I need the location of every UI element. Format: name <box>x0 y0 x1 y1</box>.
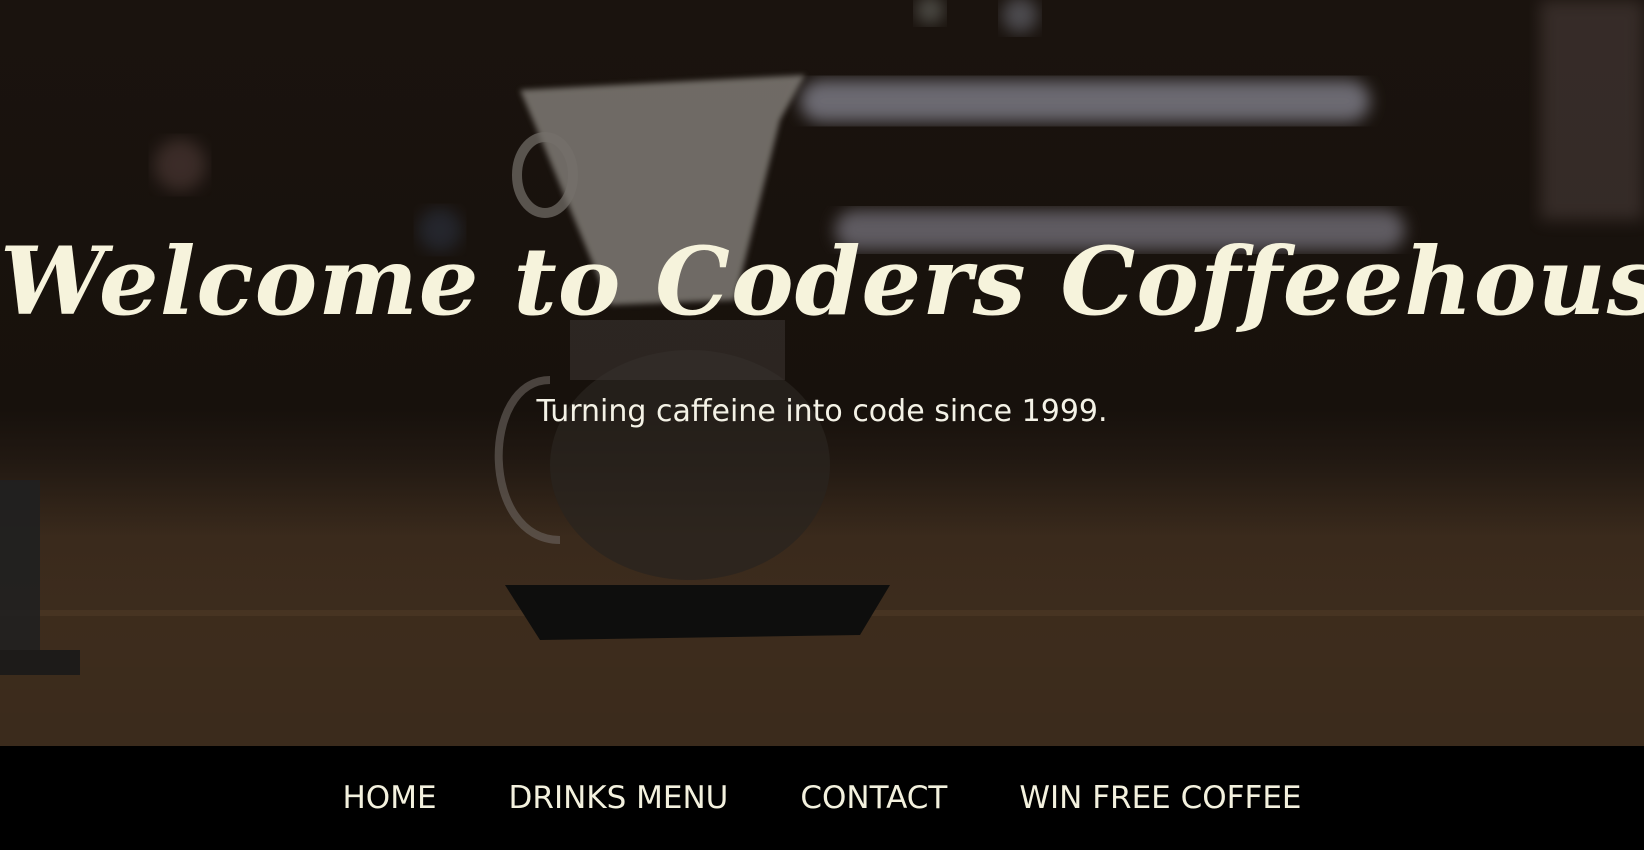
hero-tagline: Turning caffeine into code since 1999. <box>536 394 1108 429</box>
nav-win-free-coffee-link[interactable]: WIN FREE COFFEE <box>1019 780 1301 816</box>
nav-drinks-menu-link[interactable]: DRINKS MENU <box>509 780 729 816</box>
nav-home-link[interactable]: HOME <box>342 780 436 816</box>
hero-background-image <box>0 0 1644 746</box>
main-navigation: HOME DRINKS MENU CONTACT WIN FREE COFFEE <box>0 746 1644 850</box>
hero-headline: Welcome to Coders Coffeehouse! <box>0 227 1644 337</box>
nav-contact-link[interactable]: CONTACT <box>800 780 947 816</box>
hero-section: Welcome to Coders Coffeehouse! Turning c… <box>0 0 1644 746</box>
